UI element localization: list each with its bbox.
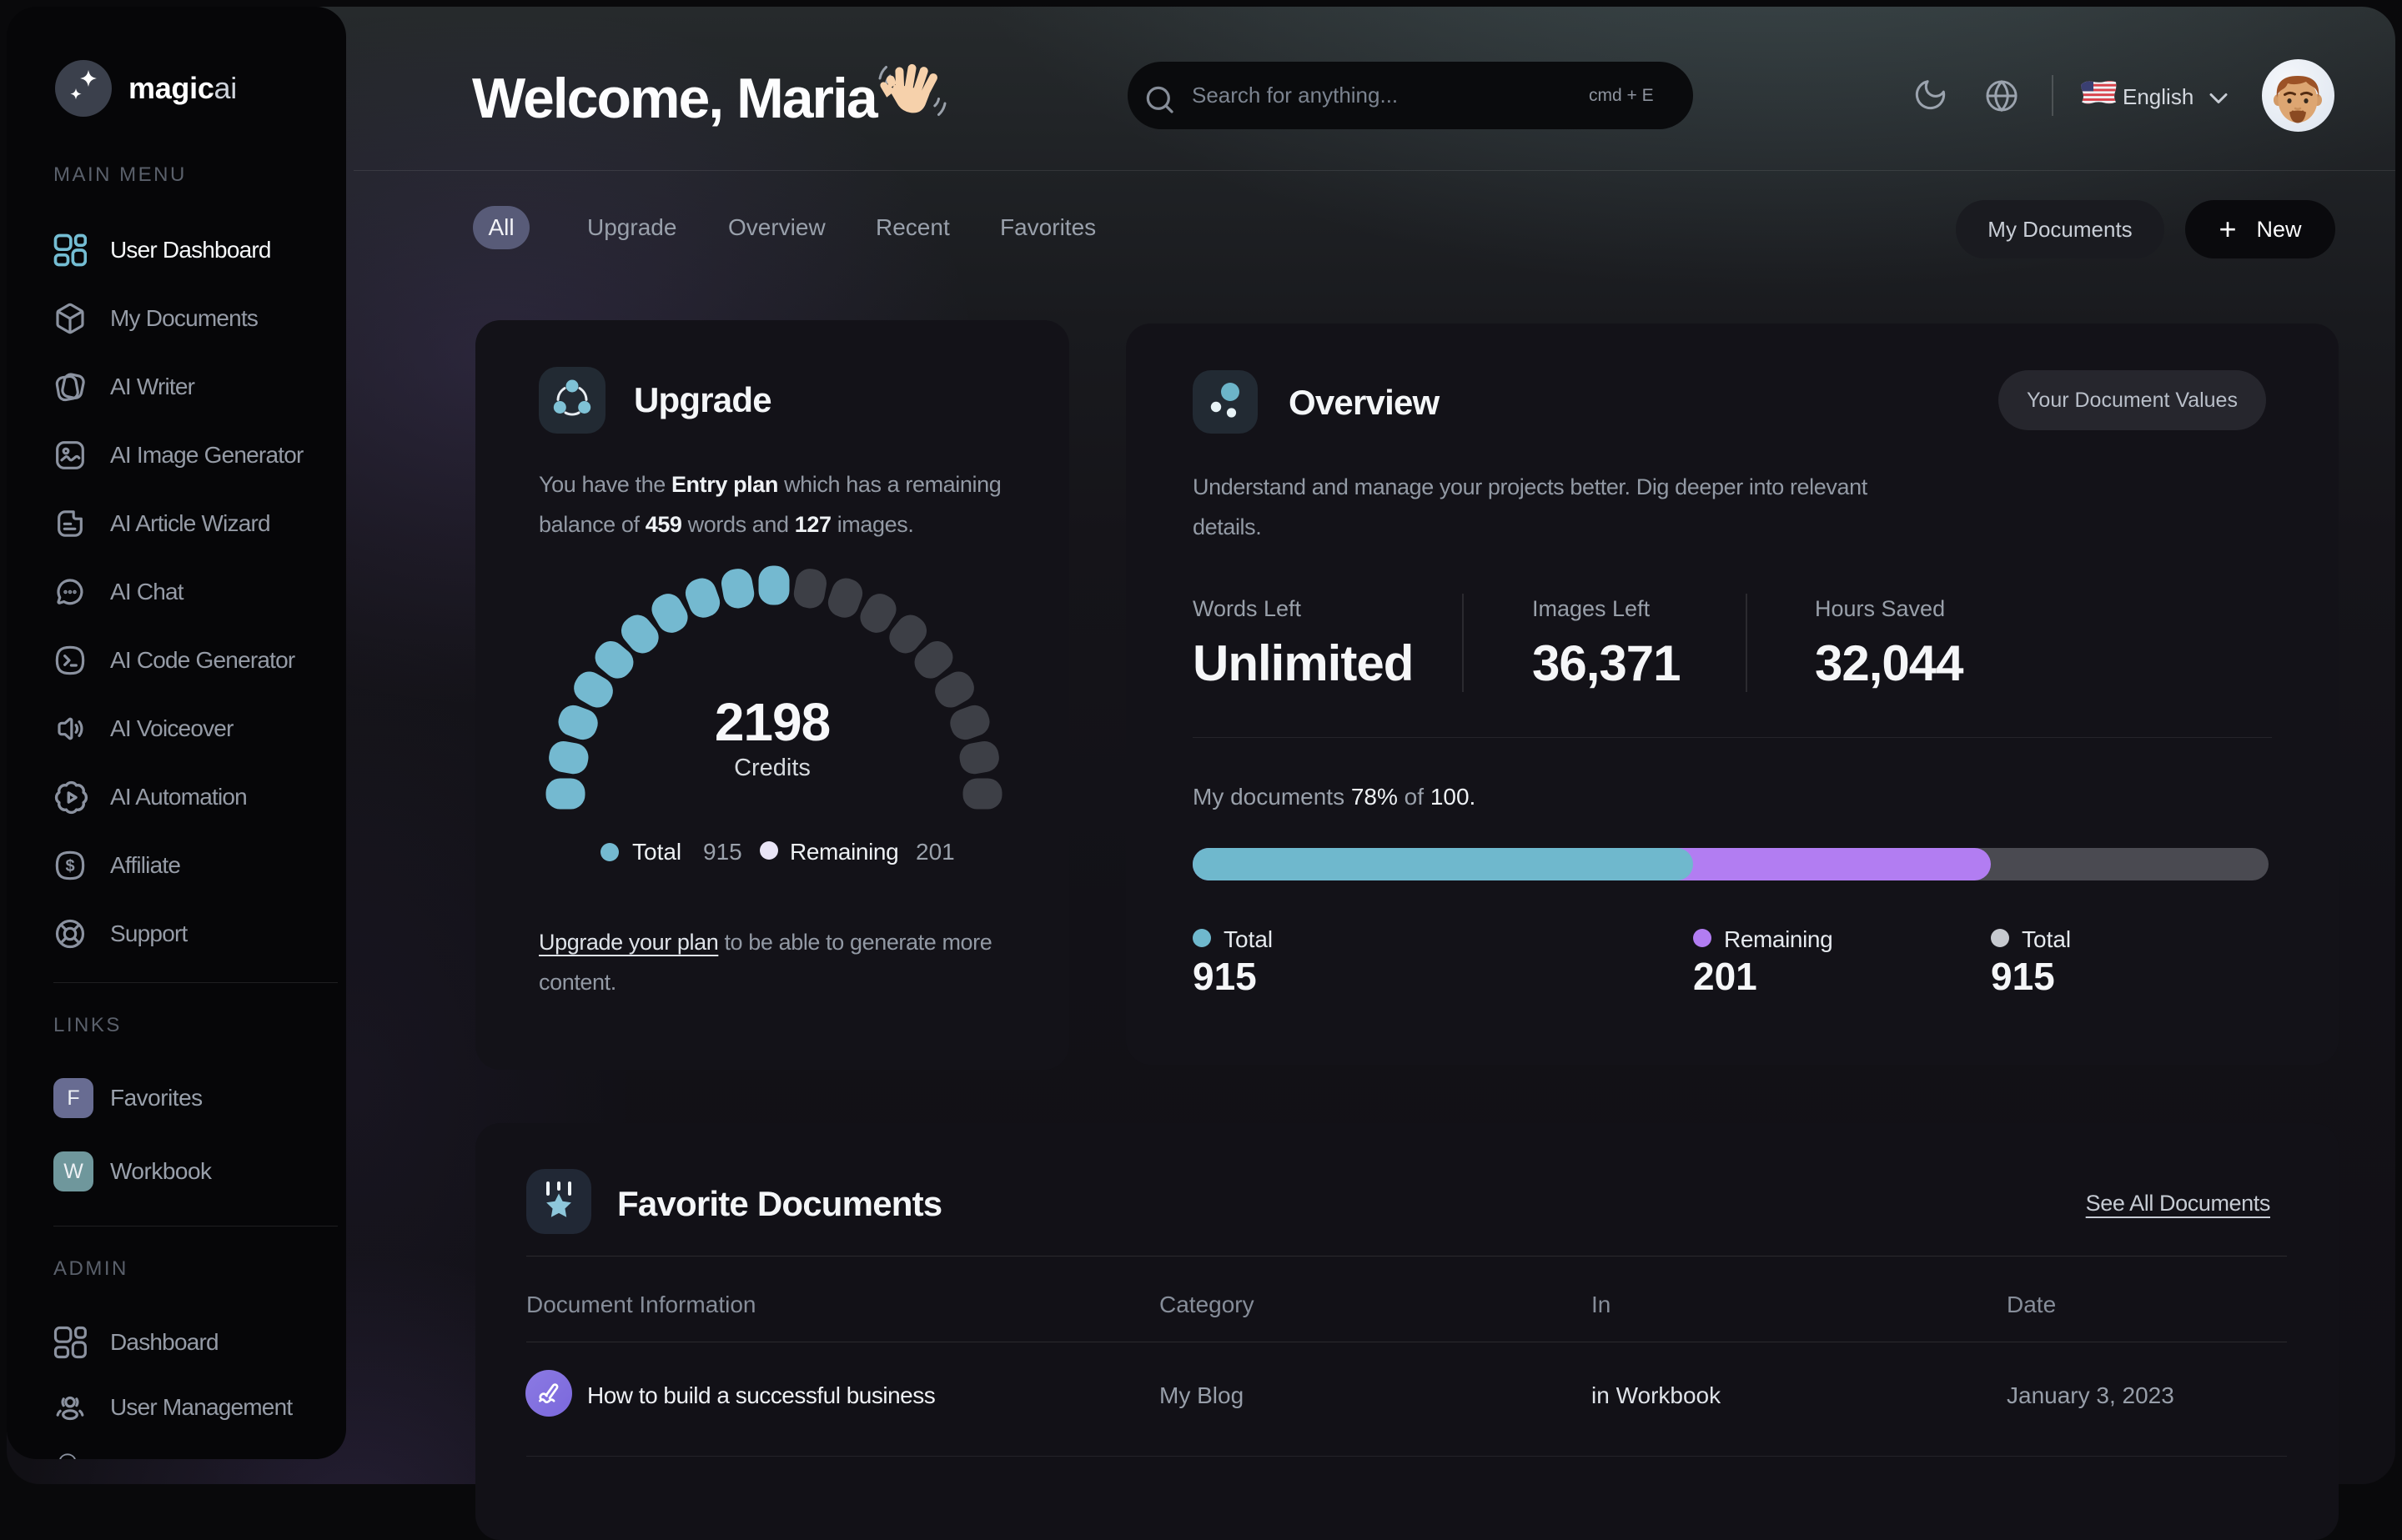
svg-text:$: $ [65,857,74,875]
